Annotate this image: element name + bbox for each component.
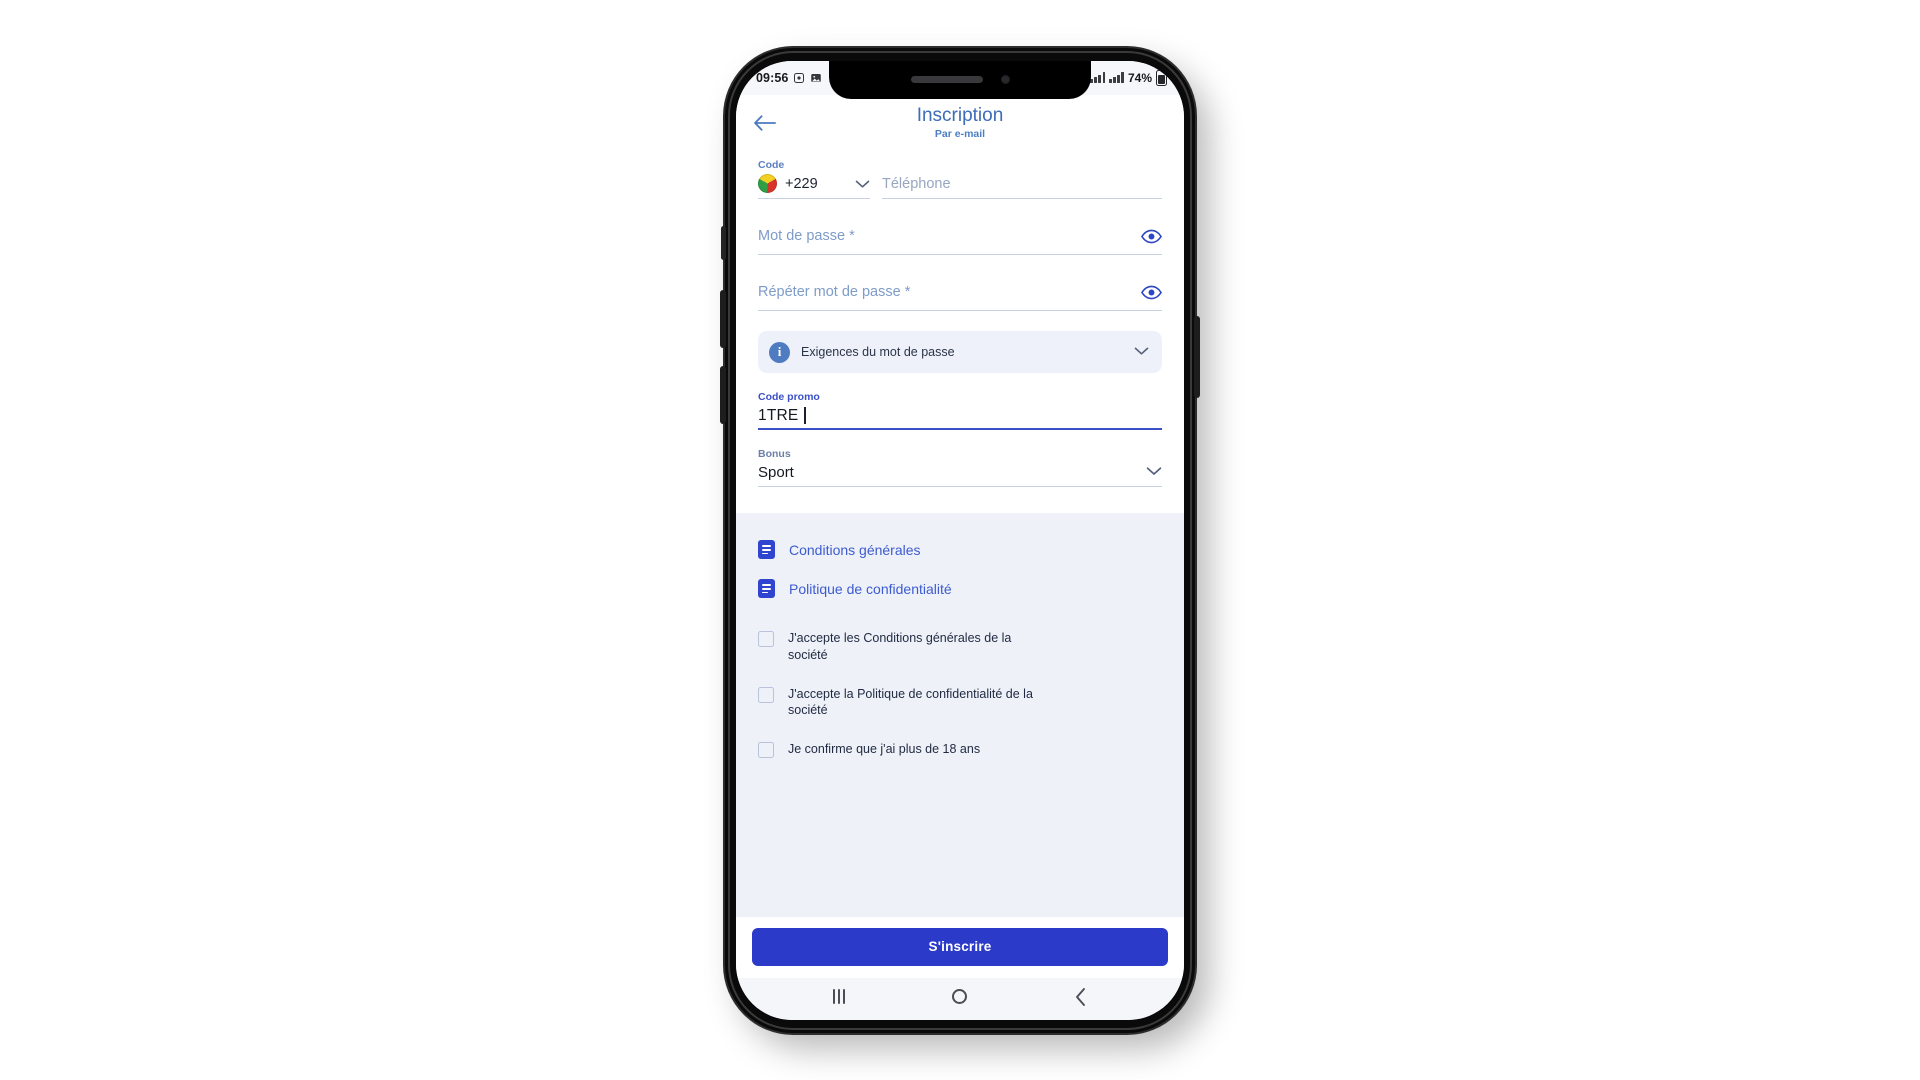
phone-number-placeholder: Téléphone	[882, 176, 951, 193]
link-label: Conditions générales	[789, 541, 921, 558]
password-repeat-field[interactable]: Répéter mot de passe *	[758, 281, 1162, 312]
checkbox-conditions[interactable]	[758, 631, 774, 648]
link-conditions-generales[interactable]: Conditions générales	[758, 531, 1162, 570]
volume-down-button[interactable]	[720, 365, 726, 424]
phone-number-field[interactable]: Téléphone	[882, 175, 1162, 200]
bonus-value: Sport	[758, 463, 794, 481]
back-arrow-icon[interactable]	[752, 108, 782, 138]
chevron-down-icon[interactable]	[855, 179, 870, 189]
status-bar-right: 74%	[1090, 69, 1167, 86]
promo-code-field[interactable]: Code promo 1TRE	[758, 391, 1162, 430]
device-notch	[829, 60, 1091, 99]
battery-percent: 74%	[1127, 70, 1152, 85]
eye-icon[interactable]	[1140, 281, 1162, 303]
country-code-label: Code	[758, 158, 785, 171]
consent-checkboxes: J'accepte les Conditions générales de la…	[736, 613, 1184, 779]
country-code-control[interactable]: +229	[758, 174, 870, 200]
back-icon[interactable]	[1064, 982, 1098, 1012]
scroll-content[interactable]: Code +229 Téléphone Mot de passe * Répét…	[736, 150, 1184, 917]
android-nav-bar	[736, 977, 1184, 1020]
promo-code-label: Code promo	[758, 391, 820, 404]
signal-bars-icon	[1090, 72, 1106, 83]
phone-device-frame: 09:56 74% Inscription Par e-mail Code +2…	[720, 47, 1200, 1033]
recents-icon[interactable]	[822, 982, 856, 1012]
legal-links: Conditions générales Politique de confid…	[736, 513, 1184, 613]
home-icon[interactable]	[943, 982, 977, 1012]
password-field[interactable]: Mot de passe *	[758, 225, 1162, 256]
chevron-down-icon[interactable]	[1134, 343, 1149, 361]
password-requirements-label: Exigences du mot de passe	[801, 345, 955, 360]
info-icon: i	[769, 341, 790, 363]
country-code-value: +229	[785, 175, 818, 192]
promo-code-value: 1TRE	[758, 406, 799, 424]
mute-switch[interactable]	[721, 225, 726, 260]
status-time: 09:56	[756, 70, 789, 85]
app-header: Inscription Par e-mail	[736, 94, 1184, 151]
eye-icon[interactable]	[1140, 225, 1162, 247]
signal-bars-icon-2	[1109, 72, 1124, 83]
checkbox-row-privacy[interactable]: J'accepte la Politique de confidentialit…	[758, 675, 1162, 730]
password-placeholder: Mot de passe *	[758, 228, 855, 245]
document-icon	[758, 579, 775, 599]
page-subtitle: Par e-mail	[934, 128, 986, 141]
password-requirements-bar[interactable]: i Exigences du mot de passe	[758, 331, 1162, 374]
battery-icon	[1156, 69, 1167, 86]
document-icon	[758, 540, 775, 560]
link-politique-confidentialite[interactable]: Politique de confidentialité	[758, 570, 1162, 609]
password-repeat-control[interactable]: Répéter mot de passe *	[758, 281, 1162, 312]
password-repeat-placeholder: Répéter mot de passe *	[758, 284, 911, 301]
checkbox-label: J'accepte la Politique de confidentialit…	[788, 686, 1033, 718]
registration-form: Code +229 Téléphone Mot de passe * Répét…	[736, 150, 1184, 514]
password-control[interactable]: Mot de passe *	[758, 225, 1162, 256]
checkbox-row-age[interactable]: Je confirme que j'ai plus de 18 ans	[758, 730, 1162, 769]
volume-up-button[interactable]	[720, 289, 726, 348]
submit-area: S'inscrire	[736, 916, 1184, 978]
link-label: Politique de confidentialité	[789, 580, 952, 597]
picture-icon	[810, 72, 822, 84]
app-header-titles: Inscription Par e-mail	[736, 95, 1184, 151]
alarm-icon	[793, 72, 805, 84]
chevron-down-icon[interactable]	[1146, 463, 1162, 481]
bonus-control[interactable]: Sport	[758, 463, 1162, 488]
phone-screen: 09:56 74% Inscription Par e-mail Code +2…	[736, 60, 1184, 1020]
checkbox-row-conditions[interactable]: J'accepte les Conditions générales de la…	[758, 619, 1162, 674]
checkbox-label: Je confirme que j'ai plus de 18 ans	[788, 741, 981, 756]
checkbox-label: J'accepte les Conditions générales de la…	[788, 631, 1012, 662]
phone-number-row: Code +229 Téléphone	[758, 151, 1162, 200]
status-bar-left: 09:56	[756, 71, 822, 85]
screenshot-canvas: 09:56 74% Inscription Par e-mail Code +2…	[0, 0, 1920, 1080]
promo-code-control[interactable]: 1TRE	[758, 407, 1162, 430]
checkbox-age[interactable]	[758, 741, 774, 758]
front-camera	[1000, 75, 1010, 84]
checkbox-privacy[interactable]	[758, 686, 774, 703]
register-button[interactable]: S'inscrire	[752, 927, 1168, 966]
power-button[interactable]	[1194, 315, 1200, 398]
earpiece-speaker	[910, 76, 983, 83]
benin-flag-icon	[758, 174, 777, 194]
page-title: Inscription	[916, 104, 1004, 126]
bonus-field[interactable]: Bonus Sport	[758, 448, 1162, 488]
country-code-field[interactable]: Code +229	[758, 159, 870, 200]
bonus-label: Bonus	[758, 447, 791, 460]
phone-number-control[interactable]: Téléphone	[882, 175, 1162, 200]
text-cursor	[804, 407, 807, 425]
